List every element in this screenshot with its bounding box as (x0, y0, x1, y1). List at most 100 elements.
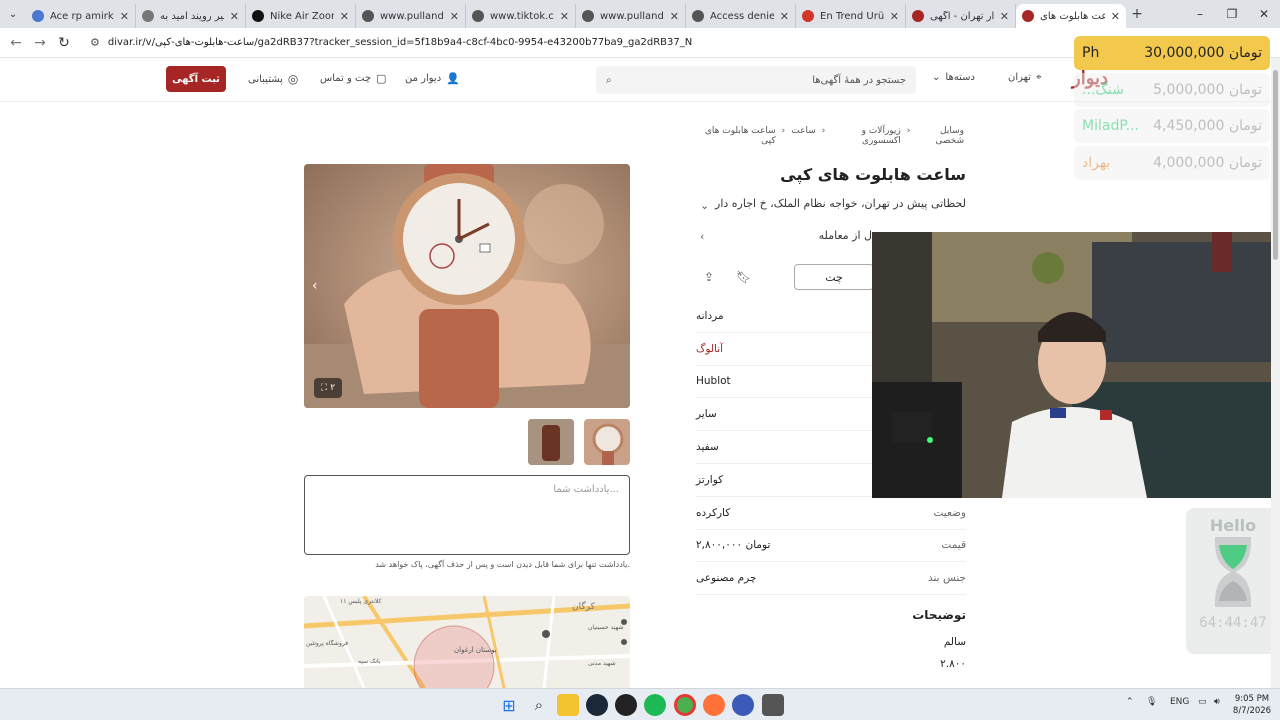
browser-tab[interactable]: Access denied ✕ (686, 4, 796, 28)
app-icon[interactable] (732, 694, 754, 716)
windows-start-icon[interactable]: ⊞ (498, 694, 520, 716)
reload-icon[interactable]: ↻ (52, 35, 76, 51)
donation-amount: 4,450,000 تومان (1153, 118, 1262, 134)
photo-thumbnail[interactable] (528, 419, 574, 465)
tab-close-icon[interactable]: ✕ (560, 10, 569, 23)
tab-close-icon[interactable]: ✕ (1000, 10, 1009, 23)
note-hint: یادداشت تنها برای شما قابل دیدن است و پس… (375, 560, 630, 569)
spec-value: کوارتز (696, 473, 724, 486)
language-indicator[interactable]: ENG (1170, 697, 1189, 707)
chat-button[interactable]: چت (794, 264, 874, 290)
obs-icon[interactable] (615, 694, 637, 716)
tab-close-icon[interactable]: ✕ (670, 10, 679, 23)
tab-favicon-icon (582, 10, 594, 22)
file-explorer-icon[interactable] (557, 694, 579, 716)
tab-close-icon[interactable]: ✕ (780, 10, 789, 23)
chat-label: چت و تماس (320, 73, 372, 84)
volume-icon[interactable]: 🔊︎ (1214, 697, 1220, 707)
browser-tab[interactable]: www.pullandbear. ✕ (576, 4, 686, 28)
windows-taskbar: ⊞ ⌕ ⌃ 🎙︎ ENG ▭ 🔊︎ 9:05 PM 8/7/2026 (0, 688, 1280, 720)
spec-label: وضعیت (933, 506, 966, 519)
breadcrumb-item[interactable]: زیورآلات و اکسسوری (831, 126, 901, 146)
chevron-down-icon[interactable]: ⌄ (700, 199, 709, 212)
search-input[interactable]: ⌕ جستجو در همهٔ آگهی‌ها (596, 66, 916, 94)
browser-tab[interactable]: تعبیر رویند امید به ✕ (136, 4, 246, 28)
safety-notice[interactable]: ل از معامله (700, 229, 872, 242)
spotify-icon[interactable] (644, 694, 666, 716)
description-line: ۲.۸۰۰ (940, 658, 966, 670)
spec-row: کارکرده وضعیت (696, 497, 966, 530)
tab-favicon-icon (912, 10, 924, 22)
restore-icon[interactable]: ❐ (1216, 0, 1248, 28)
page-scrollbar[interactable] (1271, 58, 1280, 688)
tab-search-icon[interactable]: ⌄ (0, 0, 26, 28)
city-selector[interactable]: تهران ⌖ (1008, 72, 1042, 83)
microphone-icon[interactable]: 🎙︎ (1146, 697, 1157, 707)
close-window-icon[interactable]: ✕ (1248, 0, 1280, 28)
minimize-icon[interactable]: – (1184, 0, 1216, 28)
browser-tab[interactable]: www.pullandbear. ✕ (356, 4, 466, 28)
tab-favicon-icon (32, 10, 44, 22)
tab-close-icon[interactable]: ✕ (1111, 10, 1120, 23)
forward-icon[interactable]: → (28, 35, 52, 51)
tab-close-icon[interactable]: ✕ (450, 10, 459, 23)
description-line: سالم (943, 636, 966, 648)
steam-icon[interactable] (586, 694, 608, 716)
donation-amount: 4,000,000 تومان (1153, 154, 1262, 171)
tab-favicon-icon (692, 10, 704, 22)
breadcrumb-item[interactable]: ساعت (791, 126, 816, 146)
browser-tab[interactable]: ساعت هابلوت های ✕ (1016, 4, 1126, 28)
browser-tab[interactable]: دیوار تهران - آگهی ✕ (906, 4, 1016, 28)
my-divar-link[interactable]: دیوار من 👤 (405, 72, 460, 85)
browser-tab[interactable]: www.tiktok.com ✕ (466, 4, 576, 28)
firefox-icon[interactable] (703, 694, 725, 716)
network-icon[interactable]: ▭ (1198, 697, 1207, 707)
support-link[interactable]: پشتیبانی ◎ (248, 72, 298, 86)
tab-close-icon[interactable]: ✕ (890, 10, 899, 23)
post-ad-button[interactable]: ثبت آگهی (166, 66, 226, 92)
spec-value: ۲,۸۰۰,۰۰۰ تومان (696, 539, 771, 552)
spec-value: آنالوگ (696, 342, 724, 355)
gallery-prev-icon[interactable]: ‹ (312, 278, 318, 294)
thumbnail-image (528, 419, 574, 465)
map-label: بانک سپه (358, 658, 381, 665)
tab-close-icon[interactable]: ✕ (230, 10, 239, 23)
spec-value: کارکرده (696, 506, 731, 519)
scrollbar-thumb[interactable] (1273, 70, 1278, 260)
tab-close-icon[interactable]: ✕ (340, 10, 349, 23)
categories-label: دسته‌ها (945, 72, 975, 83)
url-field[interactable]: ⚙ divar.ir/v/ساعت-هابلوت-های-کپی/ga2dRB3… (90, 36, 692, 49)
tab-title: www.tiktok.com (490, 10, 554, 22)
new-tab-button[interactable]: + (1126, 6, 1148, 22)
breadcrumb-item[interactable]: ساعت هابلوت های کپی (700, 126, 776, 146)
taskbar-search-icon[interactable]: ⌕ (528, 694, 550, 716)
categories-dropdown[interactable]: ⌄ دسته‌ها (932, 72, 975, 83)
bookmark-icon[interactable]: 🔖︎ (736, 270, 751, 284)
image-count-badge[interactable]: ⛶ ۲ (314, 378, 342, 398)
tray-chevron-icon[interactable]: ⌃ (1126, 697, 1134, 707)
site-info-icon[interactable]: ⚙ (90, 36, 100, 49)
browser-tab[interactable]: Ace rp amirkhan ✕ (26, 4, 136, 28)
chrome-icon[interactable] (674, 694, 696, 716)
system-clock[interactable]: 9:05 PM 8/7/2026 (1228, 693, 1276, 717)
calculator-icon[interactable] (762, 694, 784, 716)
share-icon[interactable]: ⇪ (704, 270, 714, 284)
photo-thumbnail[interactable] (584, 419, 630, 465)
spec-value: Hublot (696, 375, 731, 388)
chevron-left-icon[interactable]: ‹ (700, 230, 704, 243)
spec-label: قیمت (941, 539, 966, 552)
tab-close-icon[interactable]: ✕ (120, 10, 129, 23)
ad-photo[interactable] (304, 164, 630, 408)
browser-tab[interactable]: En Trend Ürünler ✕ (796, 4, 906, 28)
browser-tab-bar: ⌄ Ace rp amirkhan✕تعبیر رویند امید به✕Ni… (0, 0, 1280, 28)
user-icon: 👤 (446, 72, 460, 85)
breadcrumb-item[interactable]: وسایل شخصی (916, 126, 964, 146)
spec-value: سایر (696, 408, 717, 421)
spec-row: ۲,۸۰۰,۰۰۰ تومان قیمت (696, 530, 966, 563)
location-map[interactable]: کرگان بوستان ارغوان کلانتری پلیس ۱۱ فروش… (304, 596, 630, 688)
chat-link[interactable]: چت و تماس ▢ (320, 72, 386, 85)
browser-tab[interactable]: Nike Air Zoom Pe ✕ (246, 4, 356, 28)
thumbnail-image (584, 419, 630, 465)
back-icon[interactable]: ← (4, 35, 28, 51)
note-textarea[interactable]: یادداشت شما... (304, 475, 630, 555)
